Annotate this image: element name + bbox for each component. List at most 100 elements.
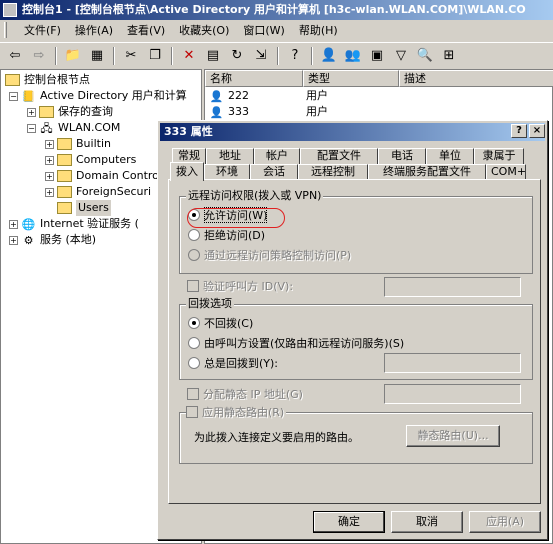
domain-icon: 🖧: [40, 121, 53, 135]
caller-set-radio[interactable]: 由呼叫方设置(仅路由和远程访问服务)(S): [188, 335, 404, 351]
list-item[interactable]: 👤 222 用户: [209, 88, 328, 104]
tree-item-builtin[interactable]: + Builtin: [45, 136, 111, 152]
back-icon[interactable]: ⇦: [4, 45, 26, 67]
tab-com-plus[interactable]: COM+: [486, 164, 526, 180]
collapse-icon[interactable]: −: [9, 91, 18, 101]
dialog-title: 333 属性: [164, 125, 213, 138]
assign-static-ip-checkbox[interactable]: 分配静态 IP 地址(G): [187, 386, 303, 402]
menu-action[interactable]: 操作(A): [67, 21, 119, 41]
forward-icon[interactable]: ⇨: [28, 45, 50, 67]
static-routes-button[interactable]: 静态路由(U)...: [406, 425, 500, 447]
verify-caller-id-checkbox[interactable]: 验证呼叫方 ID(V):: [187, 278, 293, 294]
radio-icon: [188, 337, 200, 349]
tab-remote-control[interactable]: 远程控制: [298, 164, 368, 180]
column-header-type[interactable]: 类型: [303, 70, 399, 87]
apply-button[interactable]: 应用(A): [469, 511, 541, 533]
static-ip-input[interactable]: [384, 384, 521, 404]
tree-item-ad[interactable]: − 📒 Active Directory 用户和计算: [9, 88, 187, 104]
radio-icon: [188, 229, 200, 241]
help-icon[interactable]: ?: [284, 45, 306, 67]
list-item[interactable]: 👤 333 用户: [209, 104, 328, 120]
highlight-annotation: [187, 208, 285, 228]
copy-icon[interactable]: ❐: [144, 45, 166, 67]
menu-view[interactable]: 查看(V): [119, 21, 171, 41]
expand-icon[interactable]: +: [9, 235, 18, 245]
find-icon[interactable]: 🔍: [414, 45, 436, 67]
expand-icon[interactable]: +: [9, 219, 18, 229]
checkbox-icon: [186, 406, 198, 418]
tab-sessions[interactable]: 会话: [250, 164, 298, 180]
tab-environment[interactable]: 环境: [204, 164, 250, 180]
toolbar-separator: [311, 46, 313, 65]
collapse-icon[interactable]: −: [27, 123, 36, 133]
menu-window[interactable]: 窗口(W): [235, 21, 290, 41]
delete-icon[interactable]: ✕: [178, 45, 200, 67]
tab-member-of[interactable]: 隶属于: [474, 148, 524, 164]
tree-item-domain-controllers[interactable]: + Domain Contro: [45, 168, 159, 184]
column-header-name[interactable]: 名称: [205, 70, 303, 87]
tree-item-internet-auth[interactable]: + 🌐 Internet 验证服务 (: [9, 216, 139, 232]
expand-icon[interactable]: +: [45, 139, 54, 149]
callback-number-input[interactable]: [384, 353, 521, 373]
tab-profile[interactable]: 配置文件: [300, 148, 378, 164]
tab-dial-in[interactable]: 拨入: [170, 162, 204, 181]
new-ou-icon[interactable]: ▣: [366, 45, 388, 67]
tab-organization[interactable]: 单位: [426, 148, 474, 164]
tab-telephones[interactable]: 电话: [378, 148, 426, 164]
properties-dialog: 333 属性 ? × 常规 地址 帐户 配置文件 电话 单位 隶属于 拨入 环境…: [157, 120, 548, 540]
radio-icon: [188, 249, 200, 261]
tree-item-services[interactable]: + ⚙ 服务 (本地): [9, 232, 96, 248]
show-tree-icon[interactable]: ▦: [86, 45, 108, 67]
tree-item-foreign-security[interactable]: + ForeignSecuri: [45, 184, 151, 200]
export-icon[interactable]: ⇲: [250, 45, 272, 67]
tab-ts-profile[interactable]: 终端服务配置文件: [368, 164, 486, 180]
mmc-app-icon: [3, 3, 17, 17]
toolbar-separator: [113, 46, 115, 65]
group-label: 远程访问权限(拨入或 VPN): [186, 189, 324, 203]
group-label: 回拨选项: [186, 297, 234, 311]
up-folder-icon[interactable]: 📁: [62, 45, 84, 67]
expand-icon[interactable]: +: [45, 187, 54, 197]
expand-icon[interactable]: +: [27, 107, 36, 117]
expand-icon[interactable]: +: [45, 155, 54, 165]
tree-item-saved-queries[interactable]: + 保存的查询: [27, 104, 113, 120]
radio-icon: [188, 357, 200, 369]
callback-group: 回拨选项 不回拨(C) 由呼叫方设置(仅路由和远程访问服务)(S) 总是回拨到(…: [179, 297, 533, 380]
caller-id-input[interactable]: [384, 277, 521, 297]
deny-access-radio[interactable]: 拒绝访问(D): [188, 227, 265, 243]
add-to-group-icon[interactable]: ⊞: [438, 45, 460, 67]
tab-address[interactable]: 地址: [206, 148, 254, 164]
folder-icon: [57, 154, 72, 166]
ok-button[interactable]: 确定: [313, 511, 385, 533]
properties-icon[interactable]: ▤: [202, 45, 224, 67]
refresh-icon[interactable]: ↻: [226, 45, 248, 67]
folder-icon: [39, 106, 54, 118]
apply-static-routes-checkbox[interactable]: 应用静态路由(R): [186, 404, 287, 420]
folder-icon: [57, 186, 72, 198]
checkbox-icon: [187, 280, 199, 292]
new-group-icon[interactable]: 👥: [342, 45, 364, 67]
new-user-icon[interactable]: 👤: [318, 45, 340, 67]
ias-icon: 🌐: [21, 217, 36, 231]
cancel-button[interactable]: 取消: [391, 511, 463, 533]
no-callback-radio[interactable]: 不回拨(C): [188, 315, 253, 331]
menu-favorites[interactable]: 收藏夹(O): [171, 21, 235, 41]
expand-icon[interactable]: +: [45, 171, 54, 181]
always-callback-radio[interactable]: 总是回拨到(Y):: [188, 355, 278, 371]
tab-account[interactable]: 帐户: [254, 148, 300, 164]
policy-access-radio[interactable]: 通过远程访问策略控制访问(P): [188, 247, 351, 263]
close-button[interactable]: ×: [529, 124, 545, 138]
radio-selected-icon: [188, 317, 200, 329]
user-icon: 👤: [209, 89, 224, 103]
column-header-description[interactable]: 描述: [399, 70, 553, 87]
cut-icon[interactable]: ✂: [120, 45, 142, 67]
help-button[interactable]: ?: [511, 124, 527, 138]
static-routes-description: 为此拨入连接定义要启用的路由。: [194, 431, 359, 444]
tree-item-computers[interactable]: + Computers: [45, 152, 136, 168]
menu-help[interactable]: 帮助(H): [291, 21, 344, 41]
tree-item-root[interactable]: 控制台根节点: [5, 72, 90, 88]
menu-file[interactable]: 文件(F): [2, 21, 67, 41]
tree-item-users[interactable]: Users: [57, 200, 111, 216]
tree-item-domain[interactable]: − 🖧 WLAN.COM: [27, 120, 120, 136]
filter-icon[interactable]: ▽: [390, 45, 412, 67]
